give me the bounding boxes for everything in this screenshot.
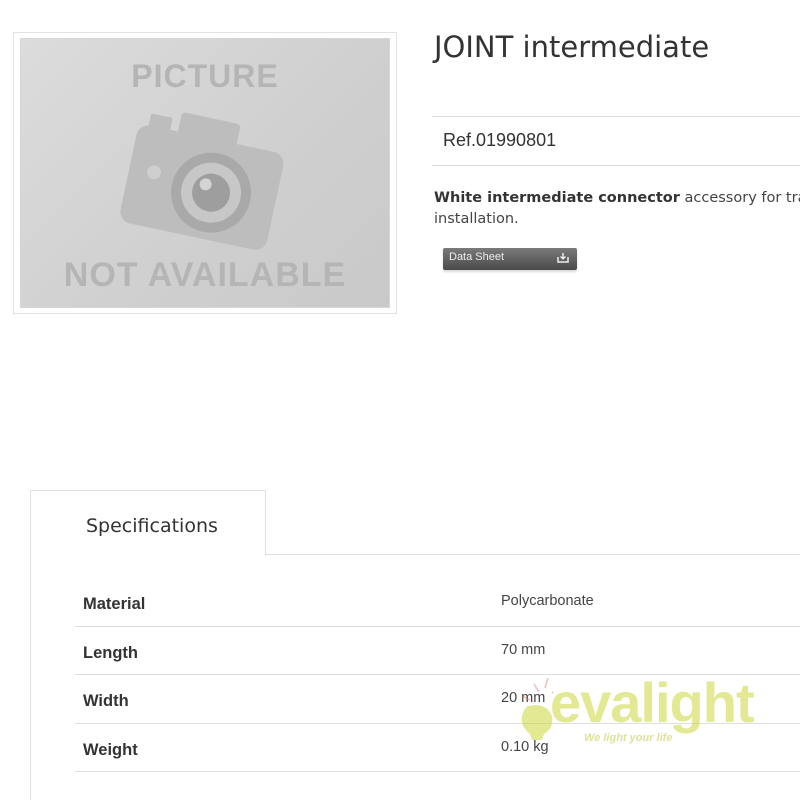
spec-label: Width <box>83 692 129 710</box>
download-icon <box>557 253 569 263</box>
spec-value: 70 mm <box>501 641 546 658</box>
tab-label: Specifications <box>86 515 218 537</box>
reference-row: Ref.01990801 <box>432 116 800 166</box>
product-reference: Ref.01990801 <box>443 130 557 150</box>
product-title: JOINT intermediate <box>434 30 710 64</box>
product-description: White intermediate connector accessory f… <box>434 188 800 230</box>
camera-icon <box>120 112 284 250</box>
evalight-watermark: evalight We light your life <box>508 671 800 760</box>
data-sheet-label: Data Sheet <box>449 251 505 263</box>
product-image[interactable]: PICTURE NOT AVAILABLE <box>13 32 397 314</box>
watermark-slogan: We light your life <box>584 732 673 744</box>
spec-row-material: Material Polycarbonate <box>75 578 800 627</box>
placeholder-top-text: PICTURE <box>131 58 279 94</box>
watermark-brand: evalight <box>550 671 755 734</box>
tab-bar-divider <box>265 554 800 555</box>
data-sheet-button[interactable]: Data Sheet <box>443 248 577 270</box>
tab-panel-border <box>30 555 31 800</box>
spec-label: Length <box>83 643 138 662</box>
spec-row-length: Length 70 mm <box>75 627 800 675</box>
description-line2: installation. <box>434 211 519 227</box>
placeholder-bottom-text: NOT AVAILABLE <box>63 256 347 294</box>
spec-label: Material <box>83 595 146 613</box>
spec-label: Weight <box>83 740 138 759</box>
description-text: accessory for track <box>684 190 800 206</box>
description-bold: White intermediate connector <box>434 190 680 206</box>
lightbulb-logo-icon <box>521 677 553 740</box>
picture-not-available-placeholder: PICTURE NOT AVAILABLE <box>20 38 390 308</box>
tab-specifications[interactable]: Specifications <box>30 490 266 556</box>
spec-value: Polycarbonate <box>501 593 594 609</box>
